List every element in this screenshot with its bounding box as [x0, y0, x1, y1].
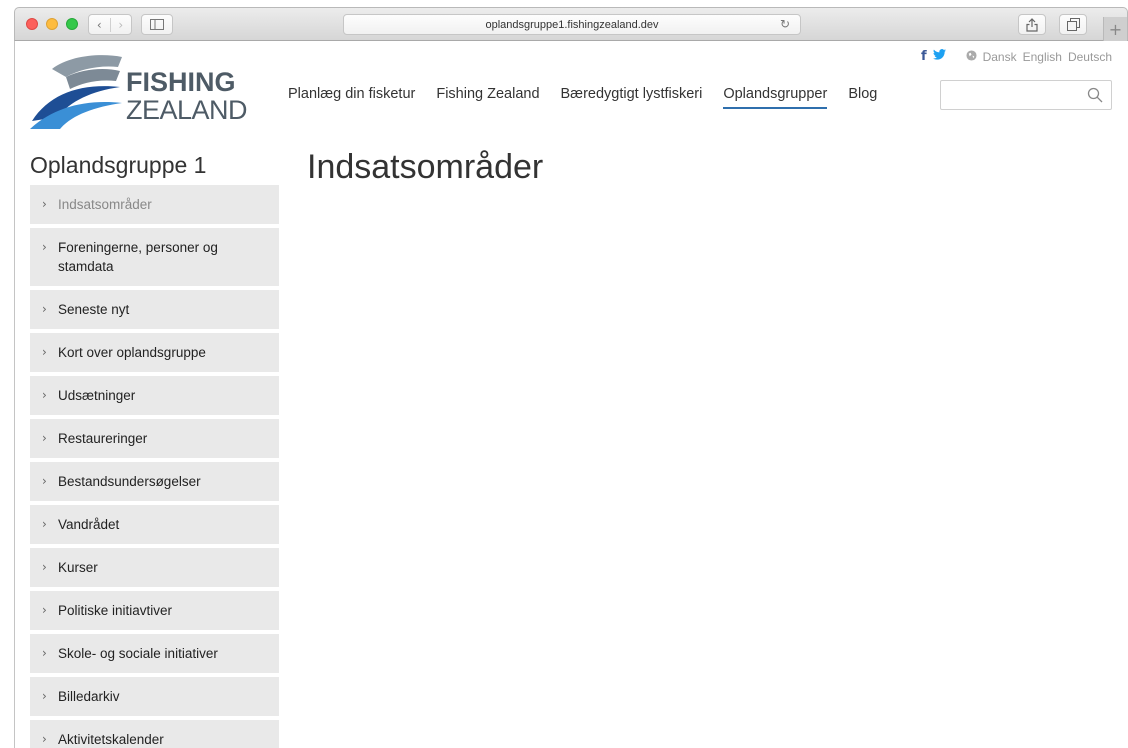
sidebar-item-label: Indsatsområder	[58, 197, 152, 212]
chevron-right-icon: ›	[42, 474, 47, 488]
language-deutsch[interactable]: Deutsch	[1068, 50, 1112, 64]
url-text: oplandsgruppe1.fishingzealand.dev	[485, 18, 659, 31]
main-navigation: Planlæg din fisketur Fishing Zealand Bær…	[288, 86, 877, 109]
sidebar-item-label: Skole- og sociale initiativer	[58, 646, 218, 661]
sidebar-item-udsaetninger[interactable]: › Udsætninger	[30, 376, 279, 415]
sidebar-item-foreningerne[interactable]: › Foreningerne, personer og stamdata	[30, 228, 279, 286]
sidebar-item-skole[interactable]: › Skole- og sociale initiativer	[30, 634, 279, 673]
sidebar-item-restaureringer[interactable]: › Restaureringer	[30, 419, 279, 458]
sidebar-item-label: Billedarkiv	[58, 689, 120, 704]
utility-bar: f Dansk English Deutsch	[921, 49, 1112, 64]
show-tabs-button[interactable]	[1059, 14, 1087, 35]
fish-logo-icon	[30, 55, 122, 129]
sidebar-title: Oplandsgruppe 1	[30, 152, 207, 178]
sidebar-item-label: Kort over oplandsgruppe	[58, 345, 206, 360]
search-icon[interactable]	[1087, 87, 1103, 103]
back-button[interactable]: ‹	[89, 18, 110, 32]
chevron-right-icon: ›	[42, 345, 47, 359]
sidebar-item-label: Kurser	[58, 560, 98, 575]
chevron-right-icon: ›	[42, 689, 47, 703]
sidebar-toggle-button[interactable]	[141, 14, 173, 35]
sidebar-item-label: Foreningerne, personer og stamdata	[58, 240, 218, 274]
chevron-right-icon: ›	[42, 732, 47, 746]
site-logo[interactable]: FISHING ZEALAND	[30, 51, 248, 131]
language-english[interactable]: English	[1023, 50, 1062, 64]
web-page: FISHING ZEALAND f Dansk English Deutsch …	[14, 41, 1128, 748]
page-title: Indsatsområder	[307, 148, 544, 186]
sidebar-item-indsatsomrader[interactable]: › Indsatsområder	[30, 185, 279, 224]
chevron-right-icon: ›	[42, 240, 47, 254]
chevron-right-icon: ›	[42, 431, 47, 445]
chevron-right-icon: ›	[42, 560, 47, 574]
chevron-right-icon: ›	[42, 603, 47, 617]
search-box	[940, 80, 1112, 110]
reload-icon[interactable]: ↻	[780, 17, 790, 31]
nav-item-fishing-zealand[interactable]: Fishing Zealand	[436, 86, 539, 109]
zoom-window-button[interactable]	[66, 18, 78, 30]
new-tab-button[interactable]: +	[1103, 17, 1127, 41]
sidebar-item-label: Aktivitetskalender	[58, 732, 164, 747]
sidebar-item-billedarkiv[interactable]: › Billedarkiv	[30, 677, 279, 716]
sidebar-item-label: Restaureringer	[58, 431, 148, 446]
sidebar-item-vandradet[interactable]: › Vandrådet	[30, 505, 279, 544]
sidebar-item-seneste-nyt[interactable]: › Seneste nyt	[30, 290, 279, 329]
tabs-icon	[1066, 18, 1080, 31]
minimize-window-button[interactable]	[46, 18, 58, 30]
chevron-right-icon: ›	[42, 197, 47, 211]
back-forward-buttons: ‹ ›	[88, 14, 132, 35]
nav-item-planlaeg[interactable]: Planlæg din fisketur	[288, 86, 415, 109]
sidebar-item-label: Vandrådet	[58, 517, 120, 532]
sidebar-item-kurser[interactable]: › Kurser	[30, 548, 279, 587]
sidebar-item-aktivitetskalender[interactable]: › Aktivitetskalender	[30, 720, 279, 748]
sidebar-item-label: Bestandsundersøgelser	[58, 474, 201, 489]
sidebar-menu: › Indsatsområder › Foreningerne, personer …	[30, 185, 279, 748]
facebook-icon[interactable]: f	[921, 49, 927, 64]
sidebar-item-label: Politiske initiavtiver	[58, 603, 173, 618]
nav-item-oplandsgrupper[interactable]: Oplandsgrupper	[723, 86, 828, 109]
search-input[interactable]	[941, 81, 1081, 109]
address-bar[interactable]: oplandsgruppe1.fishingzealand.dev ↻	[343, 14, 801, 35]
sidebar-item-politiske[interactable]: › Politiske initiavtiver	[30, 591, 279, 630]
chevron-right-icon: ›	[42, 302, 47, 316]
sidebar-item-bestandsundersogelser[interactable]: › Bestandsundersøgelser	[30, 462, 279, 501]
twitter-icon[interactable]	[932, 49, 946, 64]
chevron-right-icon: ›	[42, 646, 47, 660]
globe-icon	[966, 49, 977, 64]
chevron-right-icon: ›	[42, 517, 47, 531]
close-window-button[interactable]	[26, 18, 38, 30]
share-button[interactable]	[1018, 14, 1046, 35]
browser-toolbar: ‹ › oplandsgruppe1.fishingzealand.dev ↻ …	[14, 7, 1128, 41]
nav-item-baeredygtigt[interactable]: Bæredygtigt lystfiskeri	[561, 86, 703, 109]
forward-button[interactable]: ›	[109, 17, 132, 32]
share-icon	[1026, 17, 1038, 32]
logo-text-zealand: ZEALAND	[126, 95, 248, 125]
logo-text-fishing: FISHING	[126, 67, 236, 97]
sidebar-icon	[150, 19, 164, 30]
language-dansk[interactable]: Dansk	[983, 50, 1017, 64]
sidebar-item-label: Udsætninger	[58, 388, 136, 403]
nav-item-blog[interactable]: Blog	[848, 86, 877, 109]
sidebar-item-label: Seneste nyt	[58, 302, 130, 317]
sidebar-item-kort[interactable]: › Kort over oplandsgruppe	[30, 333, 279, 372]
chevron-right-icon: ›	[42, 388, 47, 402]
